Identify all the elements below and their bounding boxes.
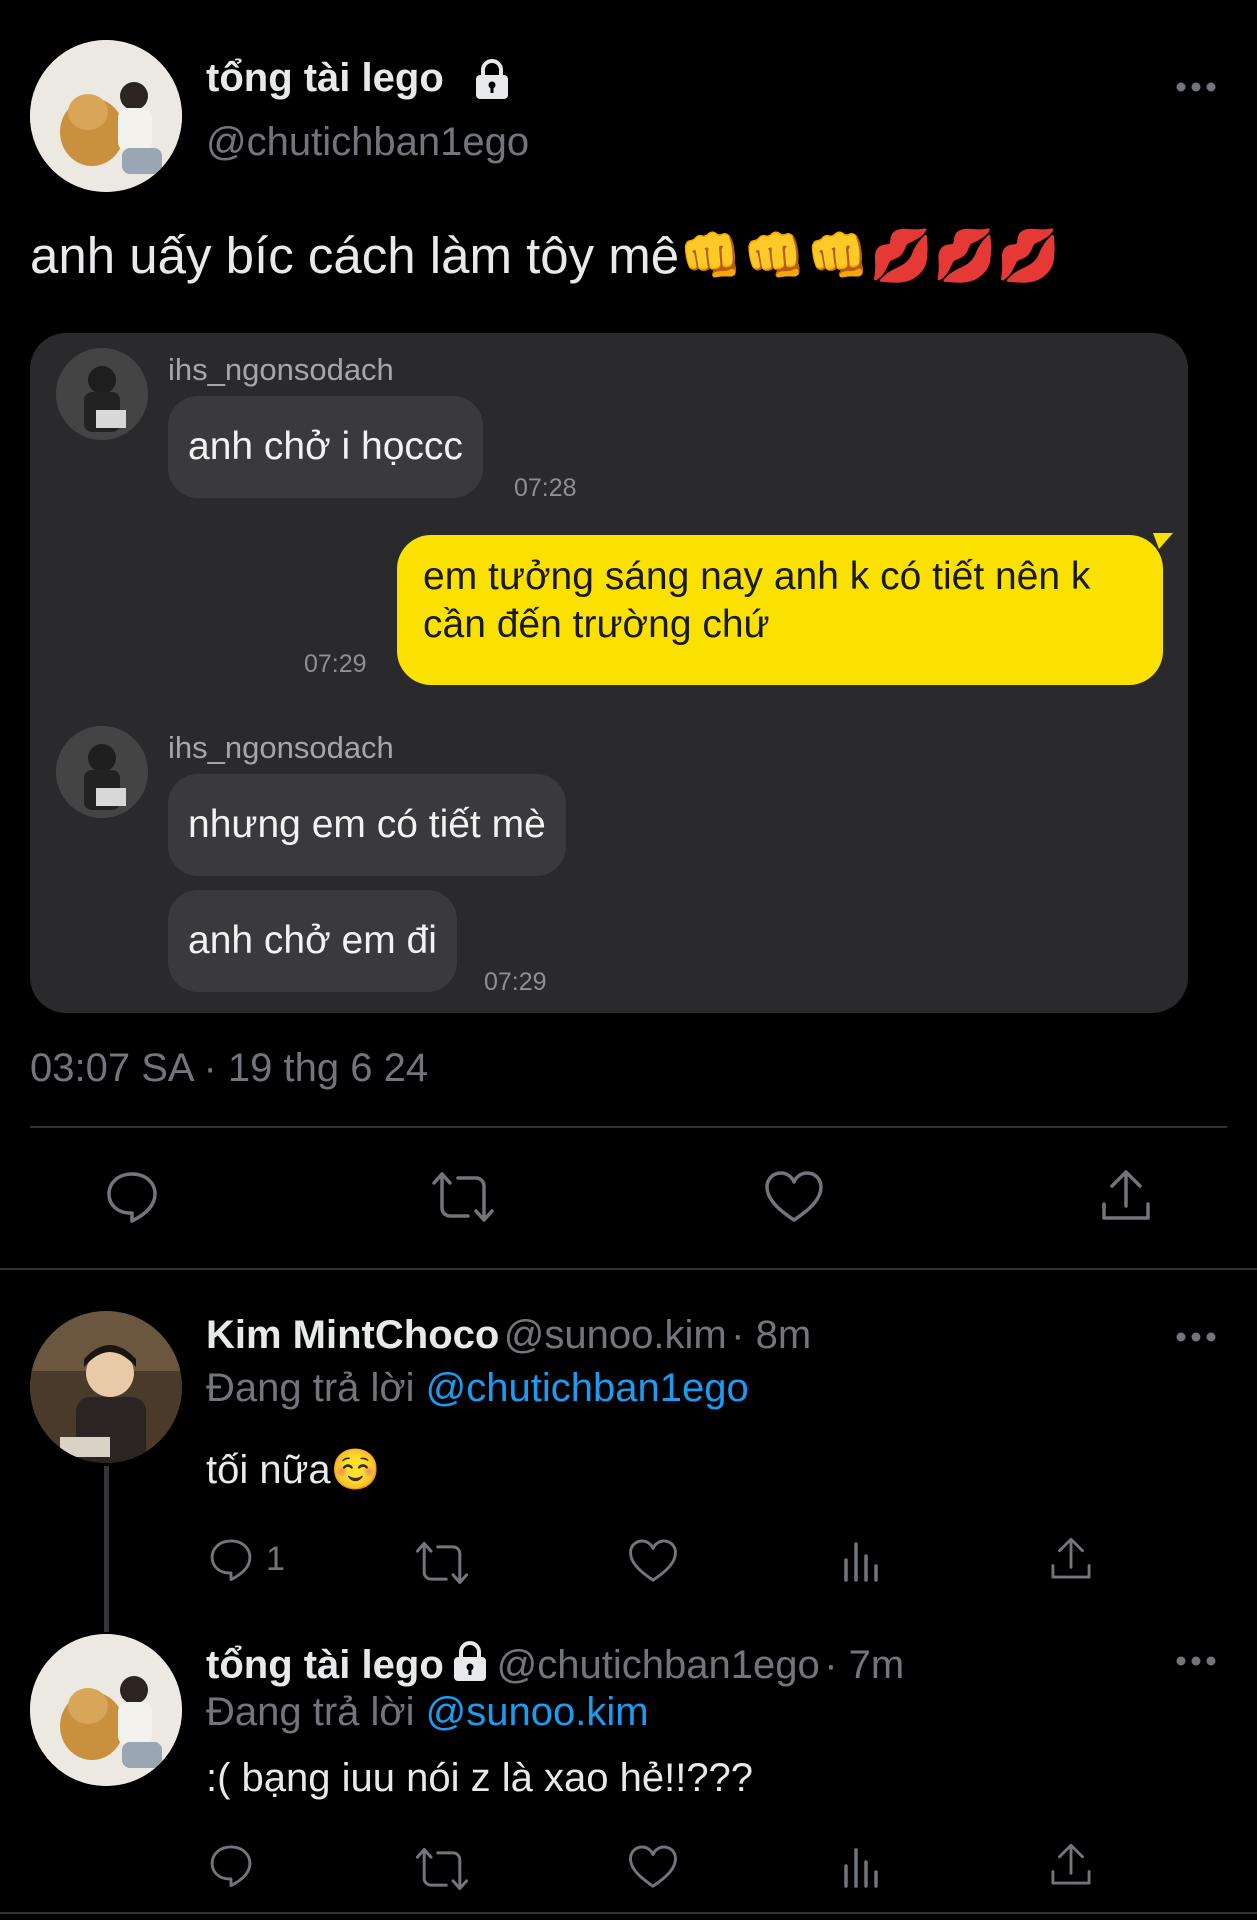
share-icon[interactable] [1098,1168,1154,1229]
reply-icon[interactable] [208,1842,254,1893]
lock-icon [448,1640,492,1687]
chat-sender-name: ihs_ngonsodach [168,352,394,387]
replying-to: Đang trả lời @chutichban1ego [206,1366,749,1411]
divider [30,1126,1227,1128]
chat-bubble-received: anh chở i họccc [168,396,483,498]
more-horizontal-icon[interactable] [1174,80,1218,99]
reply-header: Kim MintChoco @sunoo.kim · 8m [206,1313,811,1358]
reply-icon[interactable] [208,1536,254,1587]
divider [0,1912,1257,1914]
views-icon[interactable] [842,1538,882,1589]
chat-sender-name: ihs_ngonsodach [168,730,394,765]
tweet-emojis: 👊👊👊💋💋💋 [679,227,1061,286]
chat-avatar [56,726,148,818]
retweet-icon[interactable] [430,1170,496,1229]
avatar-main[interactable] [30,40,182,192]
reply-handle[interactable]: @chutichban1ego [497,1643,820,1687]
chat-bubble-sent: em tưởng sáng nay anh k có tiết nên k cầ… [397,535,1163,685]
reply-age: · 7m [824,1643,905,1687]
tweet-text: anh uấy bíc cách làm tôy mê👊👊👊💋💋💋 [30,226,1060,286]
replying-to-link[interactable]: @chutichban1ego [426,1366,749,1410]
reply-text: :( bạng iuu nói z là xao hẻ!!??? [206,1756,754,1800]
retweet-icon[interactable] [414,1540,470,1591]
reply-handle[interactable]: @sunoo.kim [504,1313,727,1357]
heart-icon[interactable] [764,1170,824,1229]
reply-icon[interactable] [104,1168,160,1229]
reply-age: · 8m [731,1313,812,1357]
replying-to: Đang trả lời @sunoo.kim [206,1690,649,1735]
heart-icon[interactable] [628,1538,678,1589]
reply-display-name[interactable]: tổng tài lego [206,1643,444,1687]
more-horizontal-icon[interactable] [1174,1330,1218,1349]
reply-count: 1 [266,1540,285,1578]
divider [0,1268,1257,1270]
bubble-tail [1153,533,1173,558]
share-icon[interactable] [1048,1842,1094,1893]
share-icon[interactable] [1048,1536,1094,1587]
heart-icon[interactable] [628,1844,678,1895]
replying-to-link[interactable]: @sunoo.kim [426,1690,649,1734]
chat-timestamp: 07:29 [484,968,547,996]
author-display-name[interactable]: tổng tài lego [206,56,444,101]
chat-timestamp: 07:28 [514,474,577,502]
reply-header: tổng tài lego @chutichban1ego · 7m [206,1640,904,1688]
reply-text: tối nữa☺️ [206,1448,381,1492]
chat-bubble-received: anh chở em đi [168,890,457,992]
retweet-icon[interactable] [414,1846,470,1897]
avatar-reply-1[interactable] [30,1311,182,1463]
tweet-timestamp[interactable]: 03:07 SA · 19 thg 6 24 [30,1046,428,1091]
chat-timestamp: 07:29 [304,650,367,678]
author-handle[interactable]: @chutichban1ego [206,120,529,165]
more-horizontal-icon[interactable] [1174,1654,1218,1673]
lock-icon [470,58,514,105]
replying-label: Đang trả lời [206,1690,415,1734]
reply-display-name[interactable]: Kim MintChoco [206,1313,499,1357]
chat-avatar [56,348,148,440]
avatar-reply-2[interactable] [30,1634,182,1786]
replying-label: Đang trả lời [206,1366,415,1410]
chat-bubble-received: nhưng em có tiết mè [168,774,566,876]
thread-line [104,1466,109,1632]
views-icon[interactable] [842,1844,882,1895]
tweet-text-body: anh uấy bíc cách làm tôy mê [30,227,680,284]
